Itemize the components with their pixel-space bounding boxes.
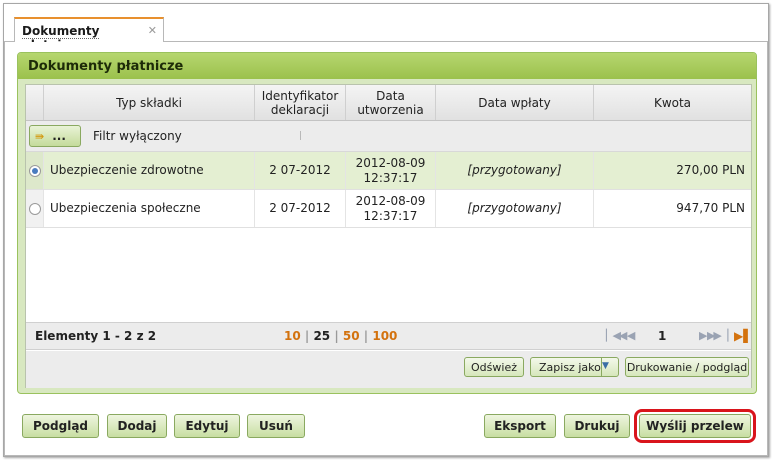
cell-created: 2012-08-09 12:37:17 xyxy=(346,152,436,189)
column-header-amount[interactable]: Kwota xyxy=(594,85,751,120)
first-prev-page-icon[interactable]: ▏◀◀ ◀ xyxy=(606,329,635,342)
content-area: Dokumenty płatnicze Typ składki Identyfi… xyxy=(4,42,768,456)
table-row[interactable]: Ubezpieczenia społeczne 2 07-2012 2012-0… xyxy=(26,190,751,228)
print-button[interactable]: Drukuj xyxy=(564,414,630,438)
tab-strip: Dokumenty płatnicze ✕ xyxy=(4,4,768,53)
cell-created-date: 2012-08-09 xyxy=(355,193,426,208)
row-select[interactable] xyxy=(26,190,44,227)
export-button[interactable]: Eksport xyxy=(484,414,556,438)
cell-created-time: 12:37:17 xyxy=(363,170,418,185)
column-header-paid[interactable]: Data wpłaty xyxy=(436,85,594,120)
filter-button-label: ... xyxy=(52,129,66,143)
cell-type: Ubezpieczenia społeczne xyxy=(44,190,255,227)
filter-arrow-icon: ⇛ xyxy=(35,130,45,143)
column-header-type[interactable]: Typ składki xyxy=(44,85,255,120)
grid-header: Typ składki Identyfikator deklaracji Dat… xyxy=(26,85,751,121)
preview-button[interactable]: Podgląd xyxy=(22,414,99,438)
save-as-label: Zapisz jako xyxy=(539,361,601,374)
documents-grid: Typ składki Identyfikator deklaracji Dat… xyxy=(25,84,752,388)
close-icon[interactable]: ✕ xyxy=(148,24,157,37)
print-preview-button[interactable]: Drukowanie / podgląd xyxy=(625,357,749,377)
send-transfer-button[interactable]: Wyślij przelew xyxy=(634,409,756,443)
chevron-down-icon[interactable]: ▼ xyxy=(601,358,618,376)
filter-status: Filtr wyłączony xyxy=(93,129,182,143)
cell-type: Ubezpieczenie zdrowotne xyxy=(44,152,255,189)
pager: Elementy 1 - 2 z 2 10 | 25 | 50 | 100 ▏◀… xyxy=(26,322,752,350)
cell-declaration-id: 2 07-2012 xyxy=(255,152,346,189)
column-header-declaration-id[interactable]: Identyfikator deklaracji xyxy=(255,85,346,120)
add-button[interactable]: Dodaj xyxy=(107,414,167,438)
filter-mark: | xyxy=(299,131,303,141)
radio-icon[interactable] xyxy=(28,202,41,215)
page-size-100[interactable]: 100 xyxy=(372,329,397,343)
column-header-created[interactable]: Data utworzenia xyxy=(346,85,436,120)
page-size-selector: 10 | 25 | 50 | 100 xyxy=(284,329,398,343)
edit-button[interactable]: Edytuj xyxy=(174,414,240,438)
cell-paid: [przygotowany] xyxy=(436,152,594,189)
cell-paid: [przygotowany] xyxy=(436,190,594,227)
cell-created-date: 2012-08-09 xyxy=(355,155,426,170)
page-size-25: 25 xyxy=(313,329,331,343)
cell-amount: 947,70 PLN xyxy=(676,201,745,215)
cell-created: 2012-08-09 12:37:17 xyxy=(346,190,436,227)
page-size-10[interactable]: 10 xyxy=(284,329,301,343)
action-bar: Podgląd Dodaj Edytuj Usuń Eksport Drukuj… xyxy=(17,402,757,443)
refresh-button[interactable]: Odśwież xyxy=(464,357,524,377)
filter-row: ⇛... Filtr wyłączony | xyxy=(26,121,751,152)
page-size-50[interactable]: 50 xyxy=(343,329,360,343)
export-grid-icon[interactable]: ▶▌ xyxy=(734,329,752,343)
save-as-button[interactable]: Zapisz jako ▼ xyxy=(530,357,619,377)
documents-panel: Dokumenty płatnicze Typ składki Identyfi… xyxy=(17,52,757,394)
panel-title: Dokumenty płatnicze xyxy=(18,53,756,79)
item-count: Elementy 1 - 2 z 2 xyxy=(35,329,157,343)
filter-button[interactable]: ⇛... xyxy=(29,125,81,147)
cell-declaration-id: 2 07-2012 xyxy=(255,190,346,227)
table-row[interactable]: Ubezpieczenie zdrowotne 2 07-2012 2012-0… xyxy=(26,152,751,190)
delete-button[interactable]: Usuń xyxy=(247,414,305,438)
cell-amount: 270,00 PLN xyxy=(676,163,745,177)
next-last-page-icon[interactable]: ▶ ▶▶▕ xyxy=(699,329,728,342)
radio-selected-icon[interactable] xyxy=(28,164,41,177)
grid-toolbar: Odśwież Zapisz jako ▼ Drukowanie / podgl… xyxy=(26,351,751,388)
header-select xyxy=(26,85,44,120)
cell-created-time: 12:37:17 xyxy=(363,208,418,223)
row-select[interactable] xyxy=(26,152,44,189)
current-page[interactable]: 1 xyxy=(658,329,666,343)
tab-dokumenty-platnicze[interactable]: Dokumenty płatnicze ✕ xyxy=(14,17,164,53)
